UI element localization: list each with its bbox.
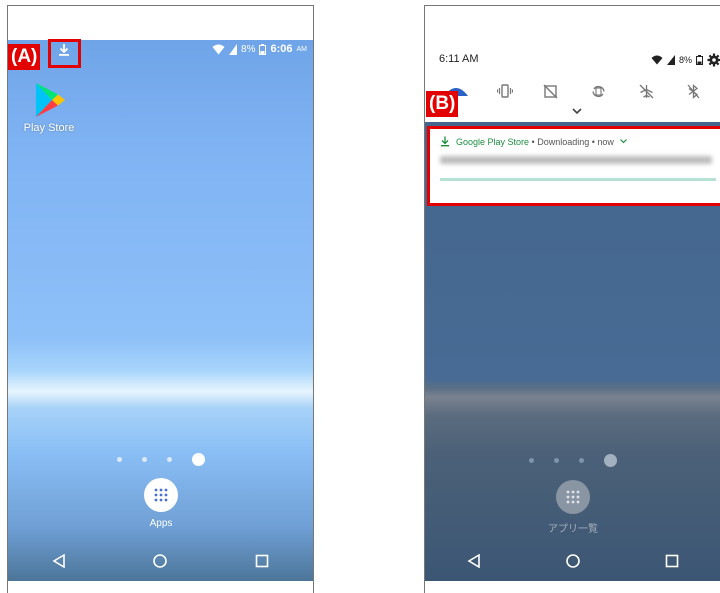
page-dot [579,458,584,463]
battery-percent: 8% [241,43,256,55]
battery-icon [696,55,703,65]
page-dot [554,458,559,463]
clock-ampm: AM [296,45,308,53]
home-screen: 8% 6:06 AM Play Store Apps [8,40,313,581]
callout-box-a [48,39,81,68]
play-store-icon [36,83,65,117]
back-icon[interactable] [52,554,66,568]
page-dot[interactable] [166,457,172,462]
grid-icon [566,490,580,504]
airplane-mode-icon[interactable] [639,84,654,99]
apps-label: アプリ一覧 [548,524,598,535]
home-icon[interactable] [153,554,168,568]
phone-screenshot-a: 8% 6:06 AM Play Store Apps (A) [7,5,314,593]
battery-icon [259,43,267,55]
apps-drawer-button[interactable] [144,478,178,512]
back-icon[interactable] [467,554,481,568]
callout-label-a: (A) [8,44,41,70]
wifi-icon [651,55,663,65]
page-indicator[interactable] [8,453,313,466]
page-dot-active[interactable] [191,453,205,466]
expand-chevron-icon[interactable] [572,108,582,115]
play-store-shortcut[interactable]: Play Store [22,81,76,134]
callout-label-b: (B) [426,91,459,117]
page-dot-active [604,454,617,467]
battery-percent: 8% [678,55,692,65]
page-dot [529,458,534,463]
vibrate-icon[interactable] [497,84,513,98]
recents-icon[interactable] [255,554,269,568]
quick-settings-row [425,84,720,122]
home-icon[interactable] [566,554,580,568]
callout-box-b [427,126,720,206]
grid-icon [154,488,168,502]
recents-icon[interactable] [665,554,679,568]
settings-gear-icon[interactable] [707,53,720,67]
bluetooth-off-icon[interactable] [687,84,700,99]
navigation-bar [8,541,313,581]
navigation-bar [425,541,720,581]
auto-rotate-icon[interactable] [591,84,606,99]
page-dot[interactable] [141,457,147,462]
apps-label: Apps [149,518,173,529]
notification-shade-status-bar: 6:11 AM 8% [425,40,720,84]
page-indicator [425,454,720,467]
phone-screenshot-b: アプリ一覧 6:11 AM 8% Google Play Store • Dow… [424,5,720,593]
clock: 6:11 AM [439,53,479,65]
apps-drawer-button [556,480,590,514]
signal-icon [666,55,675,65]
play-store-label: Play Store [23,122,75,134]
page-dot[interactable] [116,457,122,462]
signal-icon [229,43,238,55]
wifi-icon [212,44,225,54]
data-off-icon[interactable] [543,84,558,99]
clock: 6:06 [270,43,293,55]
